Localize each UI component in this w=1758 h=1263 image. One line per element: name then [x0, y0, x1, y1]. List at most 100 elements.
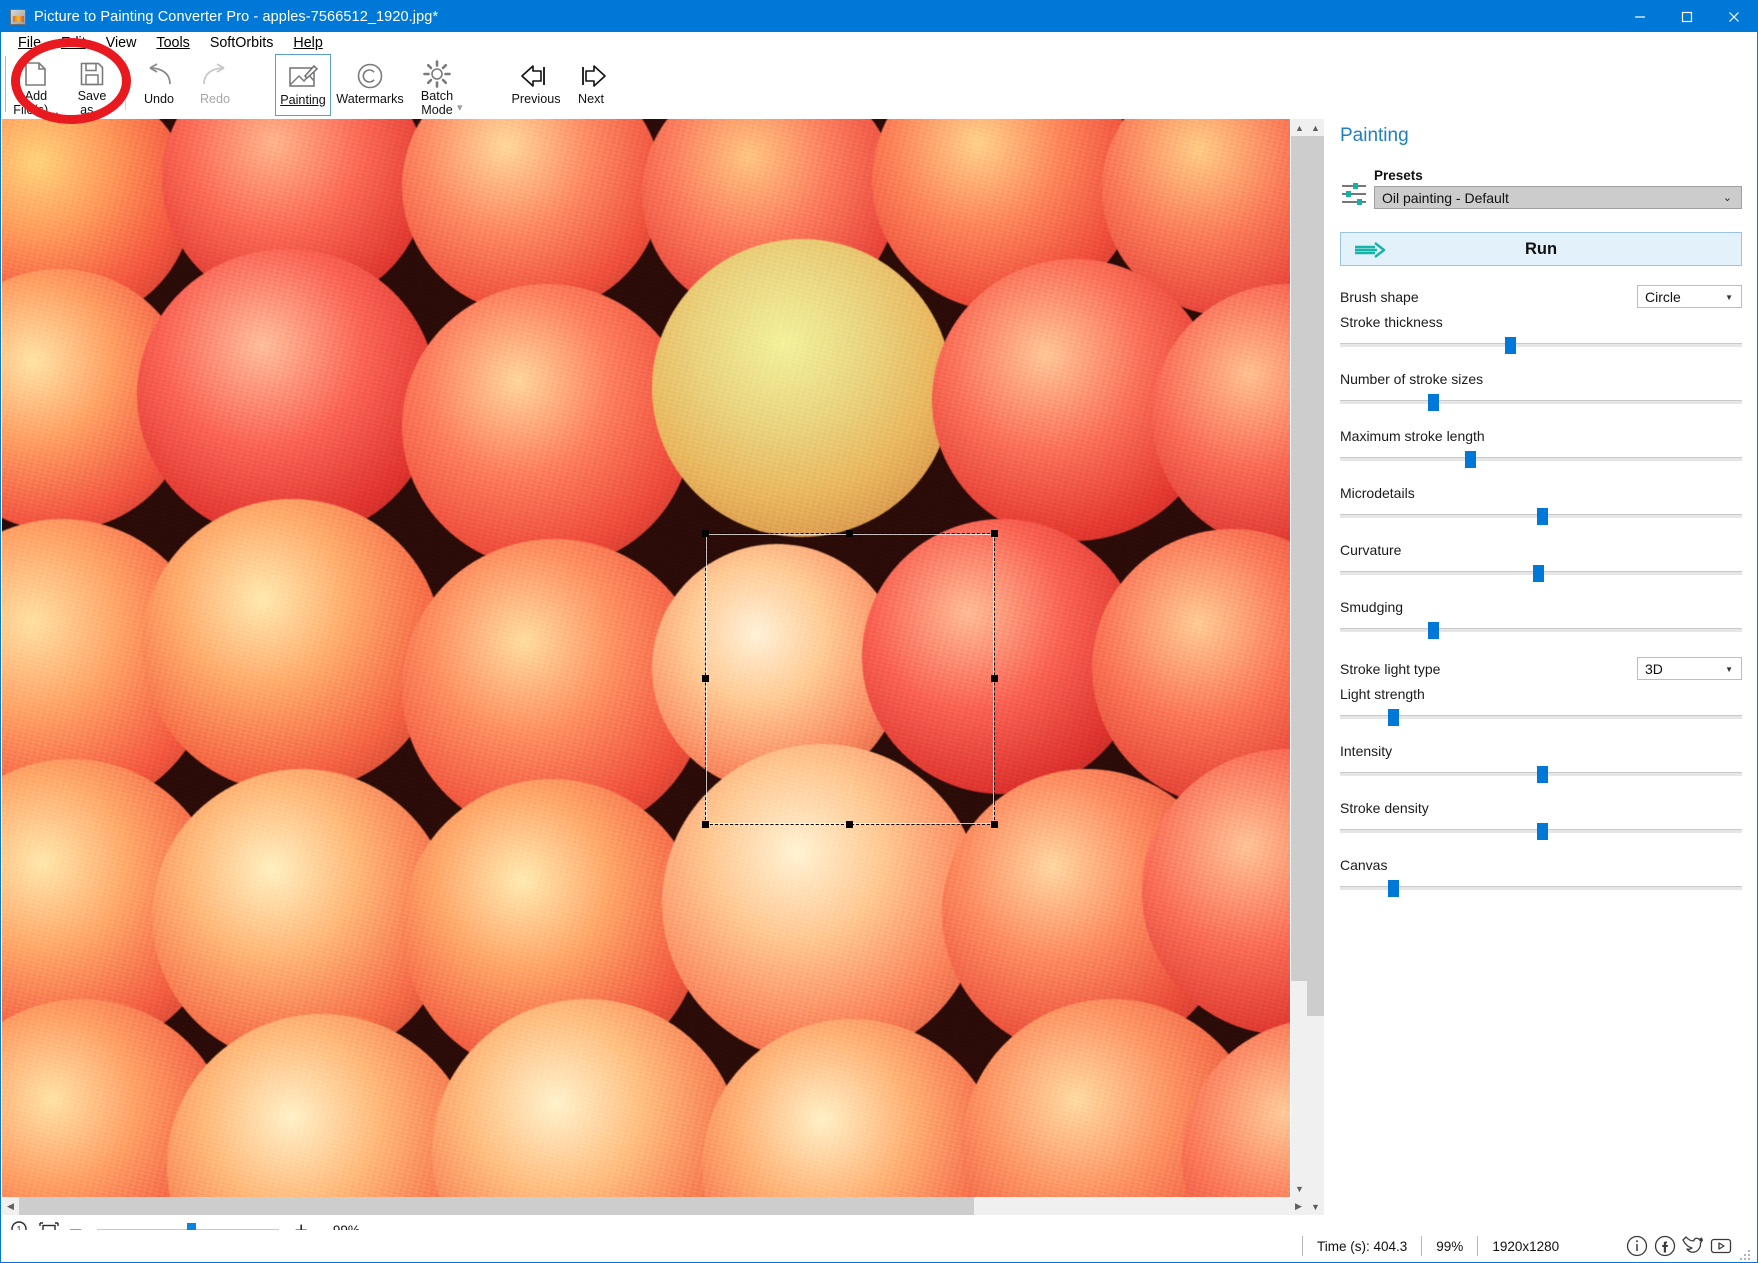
redo-label: Redo	[186, 93, 244, 106]
menu-item-help[interactable]: Help	[283, 33, 332, 53]
twitter-icon[interactable]	[1680, 1233, 1706, 1259]
microdetails-slider[interactable]	[1340, 508, 1742, 524]
maximize-button[interactable]	[1663, 1, 1710, 32]
canvas-hscroll-thumb[interactable]	[19, 1197, 974, 1215]
painting-label: Painting	[274, 94, 332, 107]
add-files-label-line2: File(s)...	[7, 104, 65, 117]
selection-handle-se[interactable]	[991, 821, 998, 828]
maximum-stroke-length-slider[interactable]	[1340, 451, 1742, 467]
selection-rectangle[interactable]	[705, 533, 995, 825]
stroke-thickness-slider[interactable]	[1340, 337, 1742, 353]
menu-item-view[interactable]: View	[96, 33, 147, 53]
resize-grip-icon[interactable]	[1740, 1247, 1752, 1259]
panel-scroll-down-icon[interactable]: ▼	[1307, 1198, 1324, 1215]
panel-title: Painting	[1340, 125, 1742, 147]
curvature-label: Curvature	[1340, 542, 1742, 558]
selection-handle-n[interactable]	[846, 530, 853, 537]
save-icon	[77, 59, 107, 89]
menu-item-tools-label: Tools	[156, 35, 189, 51]
smudging-control: Smudging	[1340, 599, 1742, 638]
canvas-horizontal-scrollbar[interactable]: ◀ ▶	[2, 1197, 1307, 1215]
add-files-button[interactable]: Add File(s)...	[8, 54, 64, 116]
slider-thumb[interactable]	[1533, 565, 1544, 582]
slider-thumb[interactable]	[1537, 766, 1548, 783]
image-canvas[interactable]	[2, 119, 1290, 1197]
selection-handle-w[interactable]	[702, 675, 709, 682]
menu-item-edit[interactable]: Edit	[51, 33, 96, 53]
selection-handle-sw[interactable]	[702, 821, 709, 828]
slider-track	[1340, 628, 1742, 632]
previous-label: Previous	[503, 93, 569, 106]
panel-content: Painting Presets	[1324, 119, 1756, 1215]
next-button[interactable]: Next	[567, 54, 615, 116]
slider-thumb[interactable]	[1537, 508, 1548, 525]
canvas-slider[interactable]	[1340, 880, 1742, 896]
stroke-density-slider[interactable]	[1340, 823, 1742, 839]
brush-shape-value: Circle	[1645, 289, 1681, 305]
toolbar-expander-icon[interactable]: ▾	[457, 101, 463, 114]
window-title: Picture to Painting Converter Pro - appl…	[34, 9, 438, 25]
selection-handle-s[interactable]	[846, 821, 853, 828]
run-button[interactable]: Run	[1340, 232, 1742, 266]
info-icon[interactable]	[1624, 1233, 1650, 1259]
menu-item-view-label: View	[106, 35, 137, 51]
scroll-right-icon[interactable]: ▶	[1290, 1197, 1307, 1215]
canvas-vscroll-thumb[interactable]	[1291, 136, 1308, 981]
maximum-stroke-length-label: Maximum stroke length	[1340, 428, 1742, 444]
undo-label: Undo	[130, 93, 188, 106]
panel-scroll-thumb[interactable]	[1307, 136, 1324, 1016]
selection-handle-nw[interactable]	[702, 530, 709, 537]
number-of-stroke-sizes-slider[interactable]	[1340, 394, 1742, 410]
slider-thumb[interactable]	[1388, 709, 1399, 726]
slider-thumb[interactable]	[1388, 880, 1399, 897]
selection-handle-e[interactable]	[991, 675, 998, 682]
save-as-button[interactable]: Save as...	[64, 54, 120, 116]
slider-thumb[interactable]	[1537, 823, 1548, 840]
slider-track	[1340, 715, 1742, 719]
status-time: Time (s): 404.3	[1302, 1236, 1421, 1256]
light-strength-slider[interactable]	[1340, 709, 1742, 725]
status-dimensions: 1920x1280	[1477, 1236, 1573, 1256]
panel-vertical-scrollbar[interactable]: ▲ ▼	[1307, 119, 1324, 1215]
scroll-up-icon[interactable]: ▲	[1291, 119, 1308, 136]
stroke-light-type-label: Stroke light type	[1340, 661, 1440, 677]
redo-button: Redo	[187, 54, 243, 116]
minimize-button[interactable]	[1616, 1, 1663, 32]
painting-button[interactable]: Painting	[275, 54, 331, 116]
scroll-left-icon[interactable]: ◀	[2, 1197, 19, 1215]
panel-scroll-up-icon[interactable]: ▲	[1307, 119, 1324, 136]
stroke-light-type-dropdown[interactable]: 3D ▼	[1637, 657, 1742, 680]
intensity-label: Intensity	[1340, 743, 1742, 759]
menu-bar: File Edit View Tools SoftOrbits Help	[2, 32, 1756, 54]
canvas-label: Canvas	[1340, 857, 1742, 873]
painting-icon	[287, 60, 319, 93]
slider-track	[1340, 400, 1742, 404]
add-files-label-line1: Add	[7, 90, 65, 103]
curvature-slider[interactable]	[1340, 565, 1742, 581]
selection-handle-ne[interactable]	[991, 530, 998, 537]
menu-item-tools[interactable]: Tools	[146, 33, 199, 53]
undo-button[interactable]: Undo	[131, 54, 187, 116]
previous-button[interactable]: Previous	[505, 54, 567, 116]
intensity-slider[interactable]	[1340, 766, 1742, 782]
canvas-vertical-scrollbar[interactable]: ▲ ▼	[1290, 119, 1307, 1197]
slider-thumb[interactable]	[1428, 622, 1439, 639]
number-of-stroke-sizes-control: Number of stroke sizes	[1340, 371, 1742, 410]
slider-thumb[interactable]	[1465, 451, 1476, 468]
window-controls	[1616, 1, 1757, 32]
youtube-icon[interactable]	[1708, 1233, 1734, 1259]
slider-thumb[interactable]	[1428, 394, 1439, 411]
stroke-thickness-control: Stroke thickness	[1340, 314, 1742, 353]
presets-dropdown[interactable]: Oil painting - Default ⌄	[1374, 186, 1742, 209]
close-button[interactable]	[1710, 1, 1757, 32]
watermarks-button[interactable]: Watermarks	[331, 54, 409, 116]
brush-shape-dropdown[interactable]: Circle ▼	[1637, 285, 1742, 308]
slider-thumb[interactable]	[1505, 337, 1516, 354]
watermarks-label: Watermarks	[327, 93, 413, 106]
menu-item-file[interactable]: File	[8, 33, 51, 53]
scroll-down-icon[interactable]: ▼	[1291, 1180, 1308, 1197]
smudging-slider[interactable]	[1340, 622, 1742, 638]
facebook-icon[interactable]	[1652, 1233, 1678, 1259]
intensity-control: Intensity	[1340, 743, 1742, 782]
menu-item-softorbits[interactable]: SoftOrbits	[200, 33, 284, 53]
